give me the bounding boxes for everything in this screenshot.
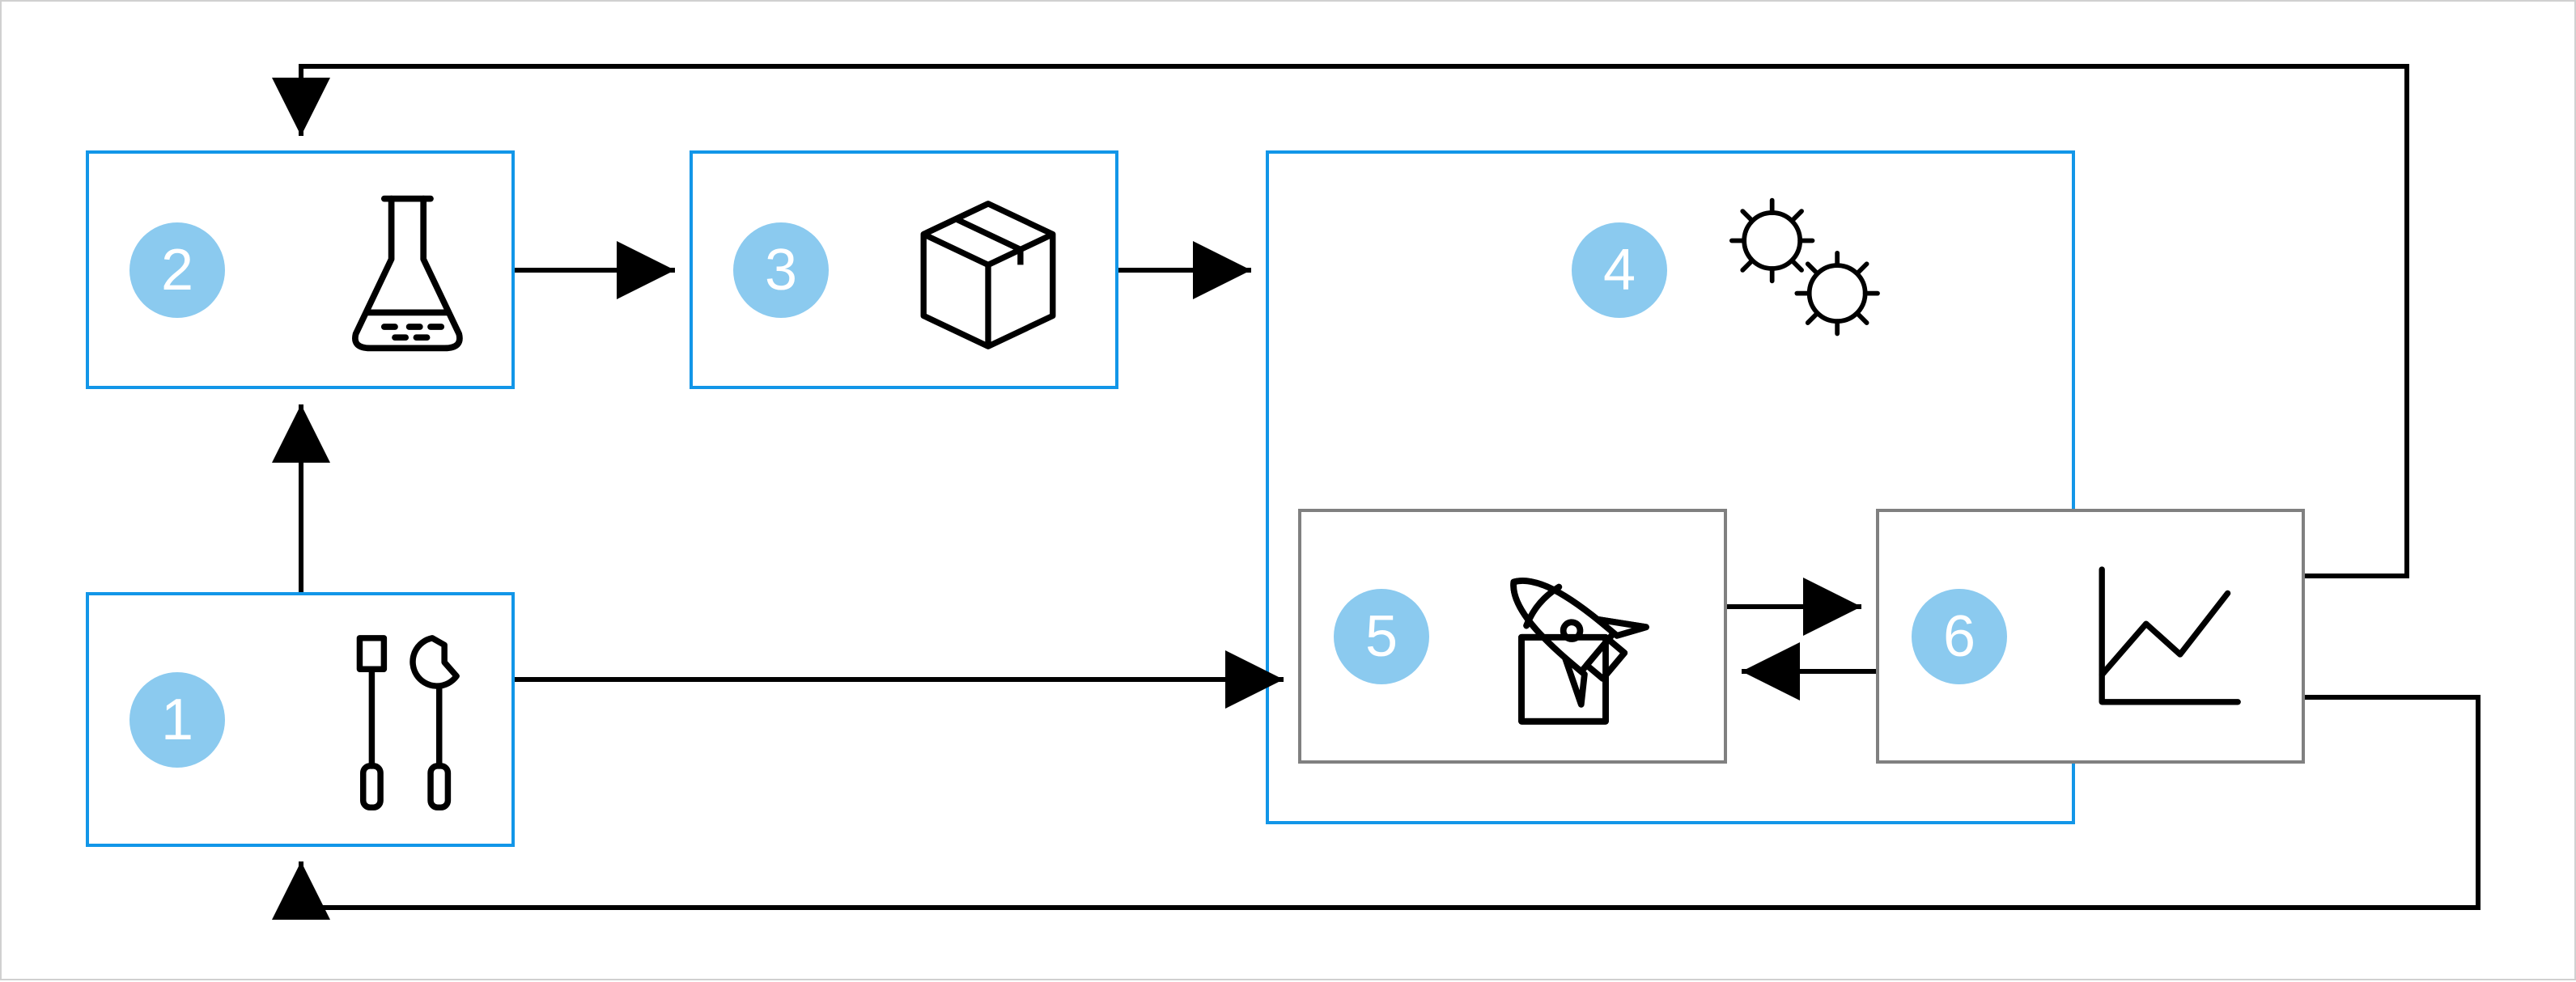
diagram-canvas: 2 3 4 xyxy=(0,0,2576,980)
arrows-layer xyxy=(2,2,2576,982)
edge-4-to-2 xyxy=(301,66,2407,576)
edge-6-to-1 xyxy=(301,697,2478,908)
